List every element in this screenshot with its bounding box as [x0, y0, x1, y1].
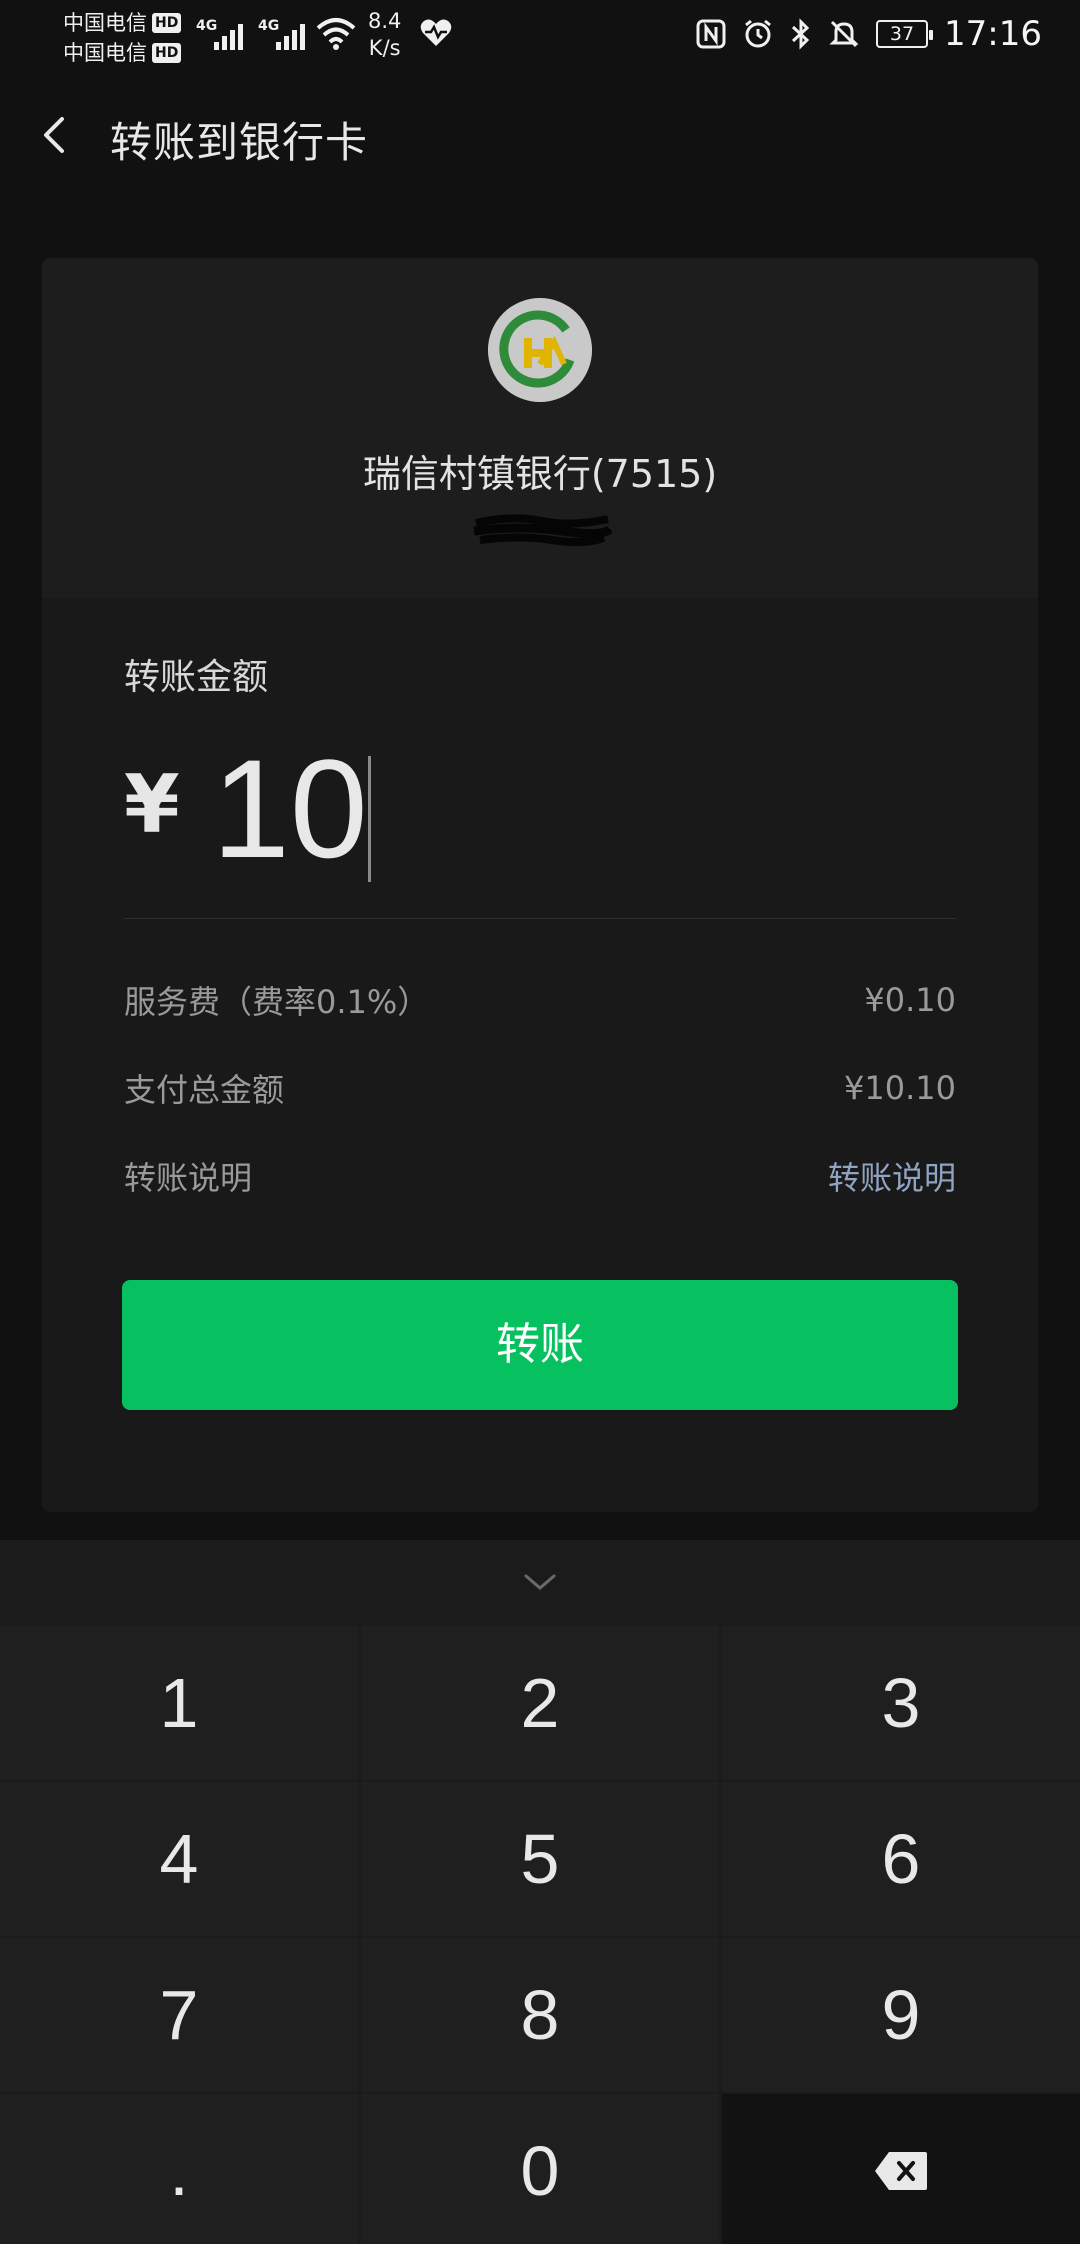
amount-label: 转账金额 [124, 657, 269, 698]
carrier-2: 中国电信 [63, 41, 147, 65]
keyboard-collapse-button[interactable] [0, 1540, 1080, 1626]
nfc-icon [696, 19, 726, 49]
key-1[interactable]: 1 [0, 1626, 358, 1780]
backspace-icon [875, 2152, 927, 2190]
key-5[interactable]: 5 [361, 1782, 719, 1936]
numeric-keyboard: 1 2 3 4 5 6 7 8 9 . 0 [0, 1540, 1080, 2244]
key-3[interactable]: 3 [722, 1626, 1080, 1780]
status-bar: 中国电信 HD 中国电信 HD 4G 4G 8.4 K/s 37 17:16 [0, 0, 1080, 75]
key-decimal[interactable]: . [0, 2094, 358, 2244]
carrier-1: 中国电信 [63, 11, 147, 35]
amount-input[interactable]: 10 [212, 728, 368, 890]
total-amount-value: ¥10.10 [844, 1069, 956, 1107]
transfer-card: 瑞信村镇银行(7515) 转账金额 ¥ 10 服务费（费率0.1%） ¥0.10… [42, 258, 1038, 1512]
bluetooth-icon [791, 18, 810, 50]
status-time: 17:16 [944, 14, 1042, 54]
service-fee-value: ¥0.10 [864, 981, 956, 1019]
key-7[interactable]: 7 [0, 1938, 358, 2092]
signal-icon-1 [214, 20, 243, 50]
screen: 中国电信 HD 中国电信 HD 4G 4G 8.4 K/s 37 17:16 转… [0, 0, 1080, 2244]
bank-logo-icon [488, 298, 592, 402]
key-9[interactable]: 9 [722, 1938, 1080, 2092]
wifi-icon [316, 18, 356, 50]
battery-icon: 37 [876, 20, 934, 48]
key-0[interactable]: 0 [361, 2094, 719, 2244]
hd-badge-1: HD [152, 13, 182, 33]
health-heart-icon [420, 19, 452, 46]
service-fee-row: 服务费（费率0.1%） ¥0.10 [124, 978, 956, 1022]
text-cursor [368, 756, 371, 882]
amount-divider [124, 918, 956, 919]
page-title: 转账到银行卡 [110, 118, 369, 167]
app-header: 转账到银行卡 [0, 95, 1080, 185]
chevron-down-icon [524, 1574, 556, 1590]
bank-name: 瑞信村镇银行(7515) [362, 452, 718, 496]
redacted-account-owner [473, 514, 612, 547]
transfer-note-label: 转账说明 [124, 1159, 253, 1197]
backspace-key[interactable] [722, 2094, 1080, 2244]
transfer-button[interactable]: 转账 [122, 1280, 958, 1410]
mute-icon [829, 20, 859, 48]
total-amount-label: 支付总金额 [124, 1071, 285, 1109]
key-8[interactable]: 8 [361, 1938, 719, 2092]
hd-badge-2: HD [152, 43, 182, 63]
speed-value: 8.4 [368, 9, 402, 33]
back-button[interactable] [28, 105, 88, 165]
status-right: 37 17:16 [696, 14, 1042, 54]
alarm-icon [745, 19, 771, 48]
signal-icon-2 [276, 20, 305, 50]
currency-symbol: ¥ [124, 758, 180, 851]
transfer-note-row: 转账说明 转账说明 [124, 1154, 956, 1198]
carrier-info: 中国电信 HD 中国电信 HD [63, 8, 182, 68]
bank-card-summary[interactable]: 瑞信村镇银行(7515) [42, 258, 1038, 598]
speed-unit: K/s [368, 36, 401, 60]
total-amount-row: 支付总金额 ¥10.10 [124, 1066, 956, 1110]
key-4[interactable]: 4 [0, 1782, 358, 1936]
network-speed: 8.4 K/s [368, 8, 401, 62]
transfer-note-link[interactable]: 转账说明 [828, 1153, 956, 1199]
chevron-left-icon [44, 117, 64, 153]
key-2[interactable]: 2 [361, 1626, 719, 1780]
service-fee-label: 服务费（费率0.1%） [124, 983, 430, 1021]
key-6[interactable]: 6 [722, 1782, 1080, 1936]
